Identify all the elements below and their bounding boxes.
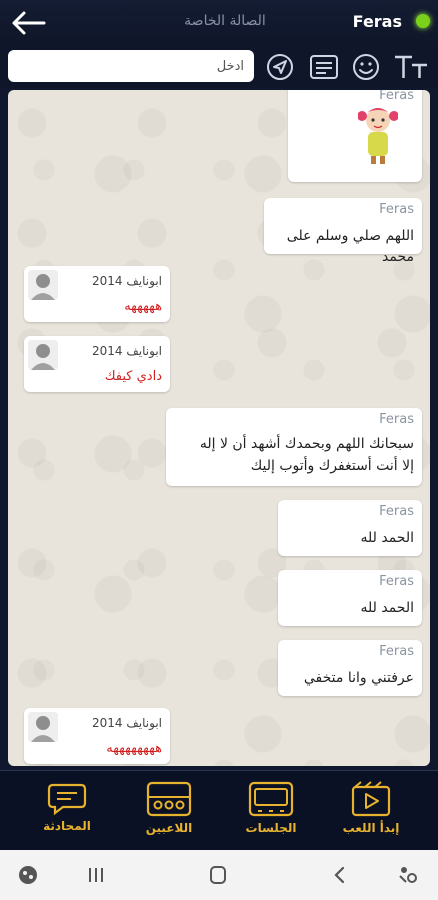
message-text: إلا أنت أستغفرك وأتوب إليك: [250, 458, 414, 474]
text-size-icon[interactable]: [392, 52, 430, 82]
chat-icon: [47, 783, 87, 815]
nav-players[interactable]: اللاعبين: [124, 781, 214, 847]
sender-name: ابونايف 2014: [92, 716, 162, 730]
play-icon: [351, 781, 391, 817]
recent-apps-icon[interactable]: [84, 864, 108, 886]
message-bubble: Feras الحمد لله: [278, 500, 422, 556]
nav-label: اللاعبين: [145, 821, 193, 835]
sticker-image: [358, 108, 398, 164]
composer-toolbar: [0, 46, 438, 88]
message-bubble: Feras الحمد لله: [278, 570, 422, 626]
message-bubble: Feras اللهم صلي وسلم على محمد: [264, 198, 422, 265]
nav-chat[interactable]: المحادثة: [22, 781, 112, 847]
message-bubble: Feras عرفتني وانا متخفي: [278, 640, 422, 696]
user-name: Feras: [352, 12, 402, 31]
players-icon: [146, 781, 192, 817]
incoming-message-bubble: ابونايف 2014 هههههه: [24, 266, 170, 322]
message-bubble: Feras سبحانك اللهم وبحمدك أشهد أن لا إله…: [166, 408, 422, 486]
back-icon[interactable]: [328, 864, 352, 886]
online-status-indicator: [416, 14, 430, 28]
incoming-message-bubble: ابونايف 2014 ههههههههه: [24, 708, 170, 764]
send-icon[interactable]: [264, 52, 296, 82]
message-text: هههههه: [124, 299, 162, 314]
message-icon[interactable]: [308, 52, 340, 82]
message-text: الحمد لله: [360, 600, 415, 616]
sender-name: Feras: [379, 644, 414, 659]
avatar: [28, 270, 58, 300]
message-text: عرفتني وانا متخفي: [303, 670, 414, 686]
sender-name: Feras: [379, 504, 414, 519]
sender-name: Feras: [379, 412, 414, 427]
sender-name: ابونايف 2014: [92, 274, 162, 288]
accessibility-icon[interactable]: [396, 864, 420, 886]
sender-name: Feras: [379, 574, 414, 589]
message-text: ههههههههه: [106, 741, 162, 756]
sender-name: Feras: [379, 202, 414, 217]
sender-name: ابونايف 2014: [92, 344, 162, 358]
nav-start-game[interactable]: إبدأ اللعب: [326, 781, 416, 847]
chat-area[interactable]: Feras Feras اللهم صلي وسلم على محمد ابون…: [8, 90, 430, 766]
page-title: الصالة الخاصة: [184, 13, 266, 29]
nav-label: إبدأ اللعب: [342, 821, 400, 835]
nav-label: الجلسات: [245, 821, 297, 835]
avatar: [28, 340, 58, 370]
emoji-icon[interactable]: [350, 52, 382, 82]
app-header: الصالة الخاصة Feras: [0, 0, 438, 47]
message-bubble: Feras: [288, 90, 422, 182]
avatar: [28, 712, 58, 742]
nav-sessions[interactable]: الجلسات: [226, 781, 316, 847]
message-input[interactable]: [8, 50, 254, 82]
system-nav-bar: [0, 850, 438, 900]
home-icon[interactable]: [206, 864, 230, 886]
message-text: دادي كيفك: [104, 369, 162, 384]
message-text: اللهم صلي وسلم على محمد: [286, 228, 414, 265]
sessions-icon: [248, 781, 294, 817]
incoming-message-bubble: ابونايف 2014 دادي كيفك: [24, 336, 170, 392]
message-text: الحمد لله: [360, 530, 415, 546]
bottom-nav: المحادثة اللاعبين الجلسات إبدأ اللعب: [0, 770, 438, 851]
game-icon[interactable]: [16, 864, 40, 886]
message-text: سبحانك اللهم وبحمدك أشهد أن لا إله: [199, 436, 414, 452]
back-arrow-icon[interactable]: [8, 8, 48, 38]
nav-label: المحادثة: [43, 819, 91, 833]
